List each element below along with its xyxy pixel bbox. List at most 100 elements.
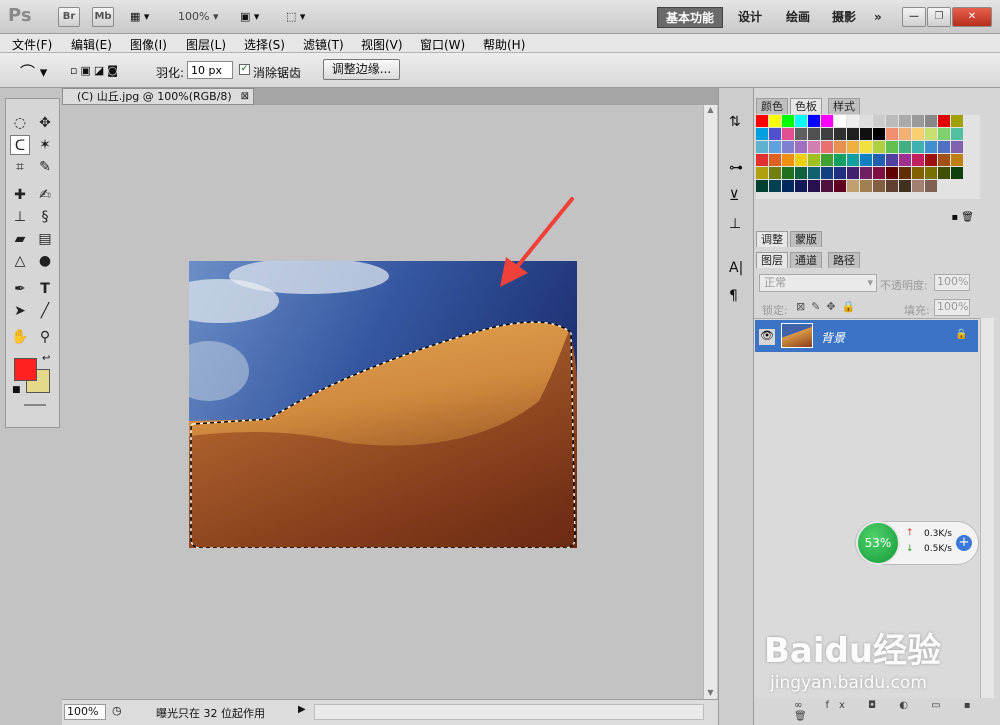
color-swatch[interactable]	[951, 115, 963, 127]
color-swatch[interactable]	[912, 167, 924, 179]
color-swatch[interactable]	[756, 167, 768, 179]
color-swatch[interactable]	[782, 115, 794, 127]
color-swatch[interactable]	[912, 115, 924, 127]
color-swatch[interactable]	[938, 141, 950, 153]
workspace-painting[interactable]: 绘画	[786, 7, 810, 27]
color-swatch[interactable]	[847, 115, 859, 127]
default-colors-icon[interactable]: ■	[12, 385, 21, 395]
fill-input[interactable]: 100%	[934, 299, 970, 316]
menu-image[interactable]: 图像(I)	[130, 36, 167, 53]
healing-brush-tool-icon[interactable]: ✚	[10, 185, 30, 205]
color-swatch[interactable]	[899, 180, 911, 192]
scroll-down-icon[interactable]: ▼	[704, 688, 717, 697]
hand-tool-icon[interactable]: ✋	[10, 327, 30, 347]
paragraph-panel-icon[interactable]: ¶	[729, 288, 738, 304]
layer-name[interactable]: 背景	[821, 329, 845, 346]
color-swatch[interactable]	[873, 180, 885, 192]
view-extras-icon[interactable]: ▦ ▾	[130, 10, 160, 24]
color-swatch[interactable]	[782, 180, 794, 192]
document-tab[interactable]: (C) 山丘.jpg @ 100%(RGB/8) ⊠	[62, 88, 254, 105]
color-swatch[interactable]	[821, 128, 833, 140]
status-zoom-field[interactable]: 100%	[64, 704, 106, 720]
plus-icon[interactable]: +	[956, 535, 972, 551]
color-swatch[interactable]	[886, 167, 898, 179]
magic-wand-tool-icon[interactable]: ✶	[35, 135, 55, 155]
menu-view[interactable]: 视图(V)	[361, 36, 403, 53]
color-swatch[interactable]	[899, 115, 911, 127]
screen-mode-icon[interactable]: ⬚ ▾	[286, 10, 305, 23]
color-swatch[interactable]	[795, 141, 807, 153]
color-swatch[interactable]	[782, 128, 794, 140]
color-swatch[interactable]	[938, 154, 950, 166]
color-swatch[interactable]	[925, 154, 937, 166]
color-swatch[interactable]	[873, 115, 885, 127]
menu-help[interactable]: 帮助(H)	[483, 36, 525, 53]
color-swatch[interactable]	[795, 180, 807, 192]
color-swatch[interactable]	[873, 154, 885, 166]
eyedropper-tool-icon[interactable]: ✎	[35, 157, 55, 177]
color-swatch[interactable]	[769, 180, 781, 192]
color-swatch[interactable]	[795, 154, 807, 166]
color-swatch[interactable]	[756, 115, 768, 127]
lasso-preset-icon[interactable]: ⌒ ▾	[20, 61, 47, 82]
color-swatch[interactable]	[925, 141, 937, 153]
color-swatch[interactable]	[808, 141, 820, 153]
workspace-photography[interactable]: 摄影	[832, 7, 856, 27]
color-swatch[interactable]	[899, 154, 911, 166]
visibility-eye-icon[interactable]: 👁	[759, 329, 775, 345]
color-swatch[interactable]	[873, 141, 885, 153]
menu-filter[interactable]: 滤镜(T)	[303, 36, 344, 53]
menu-select[interactable]: 选择(S)	[244, 36, 285, 53]
color-swatch[interactable]	[912, 141, 924, 153]
tab-color[interactable]: 颜色	[756, 98, 788, 114]
color-swatch[interactable]	[821, 167, 833, 179]
color-swatch[interactable]	[860, 141, 872, 153]
clone-source-panel-icon[interactable]: ⊥	[729, 216, 741, 232]
lock-icons[interactable]: ⊠✎✥🔒	[796, 300, 861, 313]
vertical-scrollbar[interactable]: ▲ ▼	[703, 105, 717, 699]
path-selection-tool-icon[interactable]: ➤	[10, 301, 30, 321]
color-swatch[interactable]	[756, 128, 768, 140]
color-swatch[interactable]	[769, 115, 781, 127]
eraser-tool-icon[interactable]: ▰	[10, 229, 30, 249]
menu-edit[interactable]: 编辑(E)	[71, 36, 112, 53]
workspace-essentials[interactable]: 基本功能	[657, 7, 723, 28]
color-swatch[interactable]	[769, 154, 781, 166]
menu-window[interactable]: 窗口(W)	[420, 36, 465, 53]
color-swatch[interactable]	[769, 167, 781, 179]
tab-channels[interactable]: 通道	[790, 252, 822, 268]
color-swatch[interactable]	[834, 128, 846, 140]
status-menu-arrow-icon[interactable]: ▶	[298, 704, 306, 715]
tab-masks[interactable]: 蒙版	[790, 231, 822, 247]
actions-panel-icon[interactable]: ⊶	[729, 160, 743, 176]
foreground-color-swatch-top[interactable]	[14, 358, 37, 381]
color-swatch[interactable]	[899, 141, 911, 153]
layer-thumbnail[interactable]	[781, 323, 813, 348]
color-swatch[interactable]	[860, 180, 872, 192]
color-swatch[interactable]	[925, 167, 937, 179]
color-swatch[interactable]	[925, 180, 937, 192]
color-swatch[interactable]	[899, 167, 911, 179]
color-swatch[interactable]	[951, 167, 963, 179]
color-swatch[interactable]	[951, 128, 963, 140]
blend-mode-select[interactable]: 正常 ▾	[759, 274, 877, 292]
color-swatch[interactable]	[925, 115, 937, 127]
color-swatch[interactable]	[782, 167, 794, 179]
scroll-up-icon[interactable]: ▲	[704, 105, 717, 114]
restore-button[interactable]: ❐	[927, 7, 951, 27]
color-swatch[interactable]	[860, 154, 872, 166]
color-swatch[interactable]	[808, 167, 820, 179]
color-swatch[interactable]	[847, 154, 859, 166]
dodge-tool-icon[interactable]: ●	[35, 251, 55, 271]
move-tool-icon[interactable]: ✥	[35, 113, 55, 133]
color-swatch[interactable]	[925, 128, 937, 140]
history-panel-icon[interactable]: ⇅	[729, 114, 741, 130]
color-swatch[interactable]	[951, 154, 963, 166]
color-swatch[interactable]	[938, 115, 950, 127]
color-swatch[interactable]	[847, 141, 859, 153]
selection-mode-icons[interactable]: ▫▣◪◙	[70, 64, 121, 77]
color-swatch[interactable]	[808, 128, 820, 140]
color-swatch[interactable]	[756, 141, 768, 153]
color-swatch[interactable]	[886, 115, 898, 127]
color-swatch[interactable]	[886, 154, 898, 166]
